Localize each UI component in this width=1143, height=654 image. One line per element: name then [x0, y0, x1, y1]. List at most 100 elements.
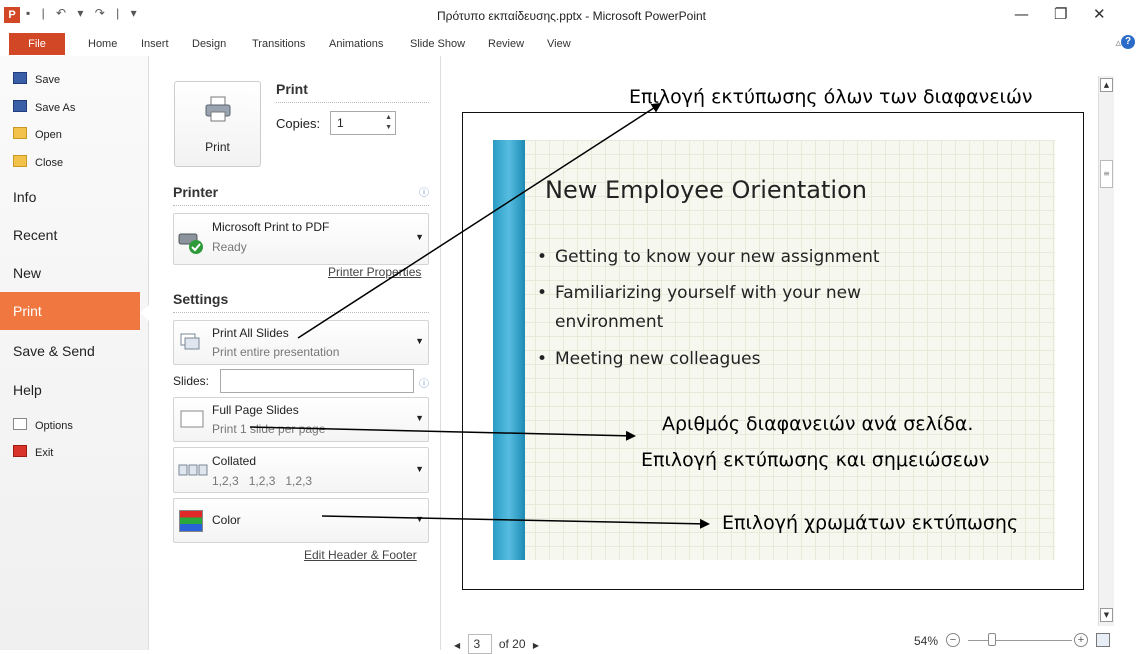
divider [173, 205, 429, 206]
close-folder-icon [13, 155, 27, 167]
info-icon[interactable]: ⓘ [419, 184, 429, 199]
divider [276, 102, 429, 103]
open-command[interactable]: Open [13, 127, 62, 141]
scroll-up-button[interactable]: ▲ [1100, 78, 1113, 92]
open-folder-icon [13, 127, 27, 139]
collated-icon [178, 464, 208, 476]
tab-transitions[interactable]: Transitions [252, 38, 305, 50]
copies-input[interactable]: 1 ▲ ▼ [330, 111, 396, 135]
slide-bullet: Familiarizing yourself with your new [537, 283, 861, 303]
tab-file[interactable]: File [9, 33, 65, 55]
zoom-level[interactable]: 54% [914, 634, 938, 648]
chevron-down-icon: ▼ [415, 413, 424, 423]
full-page-slide-icon [180, 410, 204, 428]
close-command[interactable]: Close [13, 155, 63, 169]
printer-properties-link[interactable]: Printer Properties [328, 265, 421, 279]
tab-animations[interactable]: Animations [329, 38, 383, 50]
copies-spinner[interactable]: ▲ ▼ [385, 113, 392, 133]
layout-title: Full Page Slides [212, 403, 299, 417]
slide-canvas: New Employee Orientation Getting to know… [493, 140, 1055, 560]
printer-ready-icon [178, 233, 203, 254]
print-range-dropdown[interactable]: Print All Slides Print entire presentati… [173, 320, 429, 365]
backstage-recent[interactable]: Recent [13, 227, 57, 243]
annotation-color: Επιλογή χρωμάτων εκτύπωσης [722, 512, 1019, 534]
tab-review[interactable]: Review [488, 38, 524, 50]
print-range-title: Print All Slides [212, 326, 289, 340]
backstage-save-send[interactable]: Save & Send [13, 343, 95, 359]
selected-arrow [140, 305, 149, 321]
layout-dropdown[interactable]: Full Page Slides Print 1 slide per page … [173, 397, 429, 442]
options-icon [13, 418, 27, 430]
zoom-in-button[interactable]: + [1074, 633, 1088, 647]
minimize-button[interactable]: — [1014, 5, 1029, 23]
tab-insert[interactable]: Insert [141, 38, 169, 50]
title-bar: P ▪ | ↶ ▾ ↷ | ▾ Πρότυπο εκπαίδευσης.pptx… [0, 0, 1143, 30]
preview-scrollbar[interactable]: ▲ ≡ ▼ [1098, 76, 1114, 626]
slides-icon [180, 333, 200, 350]
annotation-slides-per-page: Αριθμός διαφανειών ανά σελίδα. [662, 413, 974, 435]
next-page-icon[interactable]: ▶ [533, 641, 539, 650]
maximize-button[interactable]: ❐ [1054, 5, 1067, 23]
settings-heading: Settings [173, 291, 229, 307]
window-title: Πρότυπο εκπαίδευσης.pptx - Microsoft Pow… [437, 9, 706, 23]
printer-name: Microsoft Print to PDF [212, 220, 330, 234]
print-button[interactable]: Print [174, 81, 261, 167]
printer-status: Ready [212, 240, 247, 254]
copies-label: Copies: [276, 116, 321, 131]
zoom-slider[interactable] [968, 640, 1072, 641]
backstage-new[interactable]: New [13, 265, 41, 281]
print-settings-panel: Print Print Copies: 1 ▲ ▼ Printer ⓘ Micro… [149, 56, 441, 650]
previous-page-icon[interactable]: ◀ [454, 641, 460, 650]
ribbon-tabs: File Home Insert Design Transitions Anim… [0, 33, 1143, 55]
color-title: Color [212, 513, 241, 527]
print-range-subtitle: Print entire presentation [212, 345, 340, 359]
slide-title: New Employee Orientation [545, 176, 867, 204]
tab-design[interactable]: Design [192, 38, 226, 50]
zoom-to-page-icon[interactable] [1096, 633, 1110, 647]
page-navigator: ◀ 3 of 20 ▶ [454, 634, 539, 654]
tab-slide-show[interactable]: Slide Show [410, 38, 465, 50]
annotation-print-notes: Επιλογή εκτύπωσης και σημειώσεων [641, 449, 990, 471]
divider [173, 312, 429, 313]
exit-command[interactable]: Exit [13, 445, 53, 459]
save-as-command[interactable]: Save As [13, 100, 75, 114]
slide-bullet: Getting to know your new assignment [537, 247, 879, 267]
slides-input[interactable] [220, 369, 414, 393]
help-icon[interactable]: ? [1121, 35, 1135, 49]
printer-dropdown[interactable]: Microsoft Print to PDF Ready ▼ [173, 213, 429, 265]
zoom-slider-thumb[interactable] [988, 633, 996, 646]
exit-icon [13, 445, 27, 457]
page-count: of 20 [498, 637, 526, 651]
printer-icon [205, 96, 231, 122]
slide-bullet: Meeting new colleagues [537, 349, 760, 369]
close-button[interactable]: ✕ [1093, 5, 1106, 23]
annotation-print-all: Επιλογή εκτύπωσης όλων των διαφανειών [629, 86, 1033, 108]
tab-view[interactable]: View [547, 38, 571, 50]
scroll-down-button[interactable]: ▼ [1100, 608, 1113, 622]
collation-dropdown[interactable]: Collated 1,2,3 1,2,3 1,2,3 ▼ [173, 447, 429, 493]
save-command[interactable]: Save [13, 72, 60, 86]
chevron-down-icon: ▼ [415, 232, 424, 242]
save-as-icon [13, 100, 27, 112]
slides-label: Slides: [173, 374, 210, 388]
chevron-down-icon: ▼ [415, 514, 424, 524]
backstage-print[interactable]: Print [0, 292, 140, 330]
scroll-thumb[interactable]: ≡ [1100, 160, 1113, 188]
chevron-down-icon: ▼ [415, 336, 424, 346]
options-command[interactable]: Options [13, 418, 73, 432]
color-dropdown[interactable]: Color ▼ [173, 498, 429, 543]
backstage-help[interactable]: Help [13, 382, 42, 398]
tab-home[interactable]: Home [88, 38, 117, 50]
color-icon [179, 510, 203, 532]
print-button-label: Print [205, 140, 230, 154]
zoom-out-button[interactable]: − [946, 633, 960, 647]
slide-bullet-continuation: environment [555, 312, 664, 332]
info-icon[interactable]: ⓘ [419, 375, 429, 390]
edit-header-footer-link[interactable]: Edit Header & Footer [304, 548, 417, 562]
backstage-info[interactable]: Info [13, 189, 36, 205]
collation-title: Collated [212, 454, 257, 468]
save-icon [13, 72, 27, 84]
slide-decoration [493, 140, 525, 560]
page-number-input[interactable]: 3 [467, 634, 492, 654]
printer-heading: Printer [173, 184, 219, 200]
